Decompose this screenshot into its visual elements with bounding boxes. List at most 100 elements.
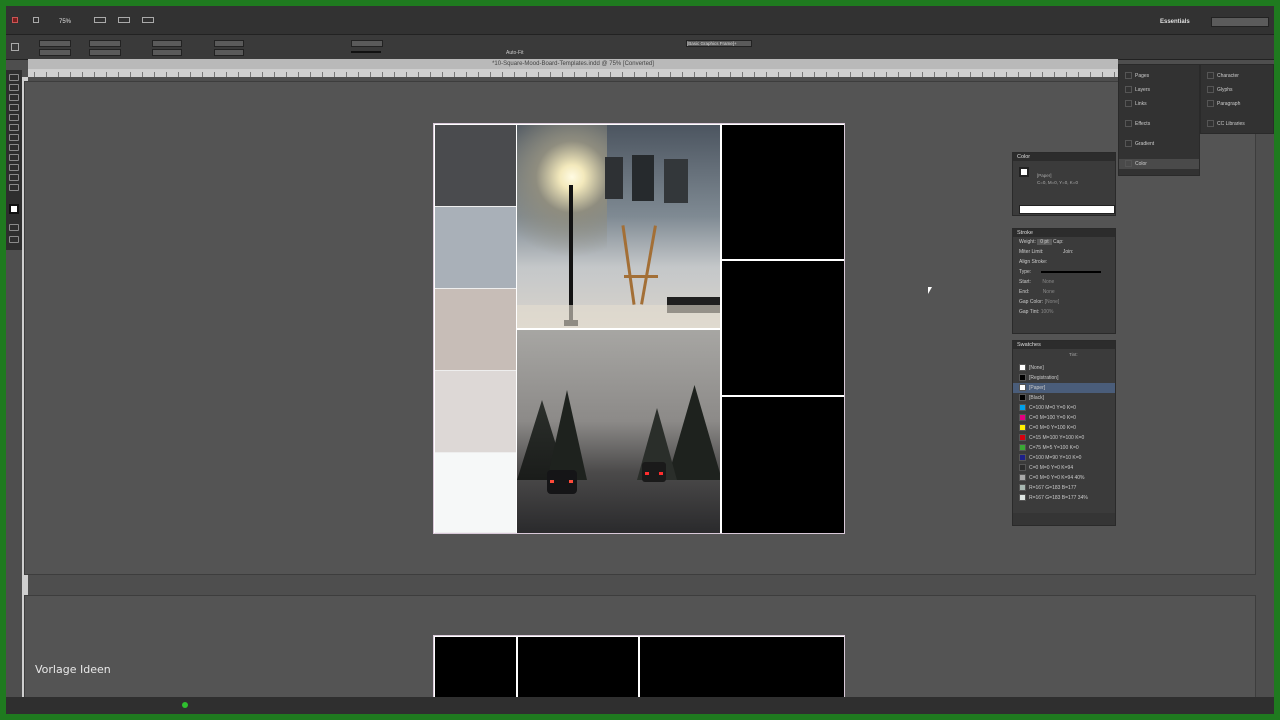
swatch-item[interactable]: R=167 G=183 B=177 34% — [1013, 493, 1115, 503]
arrange-documents-icon[interactable] — [142, 17, 154, 23]
auto-fit-checkbox[interactable]: Auto-Fit — [506, 50, 524, 56]
color-panel-title[interactable]: Color — [1013, 153, 1115, 161]
color-ramp[interactable] — [1019, 205, 1115, 214]
empty-frame-1[interactable] — [722, 125, 844, 259]
rotation-field[interactable] — [214, 40, 244, 47]
scale-y-field[interactable] — [152, 49, 182, 56]
swatch-item[interactable]: C=75 M=5 Y=100 K=0 — [1013, 443, 1115, 453]
dock-paragraph[interactable]: Paragraph — [1201, 99, 1273, 109]
horizontal-ruler[interactable] — [28, 69, 1118, 77]
swatch-item[interactable]: C=0 M=0 Y=100 K=0 — [1013, 423, 1115, 433]
screen-mode-tool-icon[interactable] — [9, 236, 19, 243]
dock-links[interactable]: Links — [1119, 99, 1199, 109]
pen-tool-icon[interactable] — [9, 124, 19, 131]
screen-mode-icon[interactable] — [118, 17, 130, 23]
free-transform-tool-icon[interactable] — [9, 164, 19, 171]
search-field[interactable] — [1211, 17, 1269, 27]
scale-x-field[interactable] — [152, 40, 182, 47]
start-label: Start: — [1019, 279, 1031, 285]
color-swatch-name: [Paper] — [1037, 173, 1052, 178]
dock-effects[interactable]: Effects — [1119, 119, 1199, 129]
dock-pages[interactable]: Pages — [1119, 71, 1199, 81]
palette-swatch-3[interactable] — [435, 289, 516, 371]
fill-stroke-icon[interactable] — [9, 204, 19, 214]
workspace-switcher[interactable]: Essentials — [1160, 19, 1190, 25]
width-field[interactable] — [89, 40, 121, 47]
align-stroke-label: Align Stroke: — [1019, 259, 1048, 265]
shear-field[interactable] — [214, 49, 244, 56]
rainy-road-photo[interactable] — [517, 330, 720, 533]
page-tool-icon[interactable] — [9, 84, 19, 91]
swatch-item[interactable]: [Black] — [1013, 393, 1115, 403]
rectangle-frame-tool-icon[interactable] — [9, 144, 19, 151]
line-tool-icon[interactable] — [9, 114, 19, 121]
x-field[interactable] — [39, 40, 71, 47]
dock-character[interactable]: Character — [1201, 71, 1273, 81]
gap-tint-value[interactable]: 100% — [1041, 309, 1054, 315]
swatches-panel-title[interactable]: Swatches — [1013, 341, 1115, 349]
ruler-tick — [814, 72, 815, 77]
gap-color-value[interactable]: [None] — [1045, 299, 1060, 305]
y-field[interactable] — [39, 49, 71, 56]
swatch-item[interactable]: C=0 M=100 Y=0 K=0 — [1013, 413, 1115, 423]
stroke-panel-title[interactable]: Stroke — [1013, 229, 1115, 237]
dock-color[interactable]: Color — [1119, 159, 1199, 169]
swatch-item[interactable]: C=100 M=0 Y=0 K=0 — [1013, 403, 1115, 413]
palette-swatch-5[interactable] — [435, 453, 516, 533]
end-value[interactable]: None — [1043, 289, 1055, 295]
stroke-type-select[interactable] — [1041, 270, 1102, 273]
weight-value[interactable]: 0 pt — [1037, 239, 1052, 245]
ruler-tick — [886, 72, 887, 77]
palette-swatch-2[interactable] — [435, 207, 516, 289]
swatch-item[interactable]: R=167 G=183 B=177 — [1013, 483, 1115, 493]
empty-frame-3[interactable] — [722, 397, 844, 533]
lamp-easel-photo[interactable] — [517, 125, 720, 328]
scissors-tool-icon[interactable] — [9, 154, 19, 161]
document-tab[interactable]: *10-Square-Mood-Board-Templates.indd @ 7… — [28, 59, 1118, 69]
swatch-color-chip — [1019, 384, 1026, 392]
selection-tool-icon[interactable] — [9, 74, 19, 81]
hand-tool-icon[interactable] — [9, 184, 19, 191]
swatch-item[interactable]: [None] — [1013, 363, 1115, 373]
object-style-select[interactable]: [Basic Graphics Frame]+ — [686, 40, 752, 47]
content-collector-icon[interactable] — [9, 94, 19, 101]
swatch-name: C=0 M=100 Y=0 K=0 — [1029, 415, 1076, 421]
palette-swatch-4[interactable] — [435, 371, 516, 453]
dock-glyphs[interactable]: Glyphs — [1201, 85, 1273, 95]
stroke-type-preview[interactable] — [351, 51, 381, 53]
swatch-item[interactable]: C=0 M=0 Y=0 K=94 40% — [1013, 473, 1115, 483]
ruler-tick — [838, 72, 839, 77]
swatch-item[interactable]: C=15 M=100 Y=100 K=0 — [1013, 433, 1115, 443]
swatch-name: C=15 M=100 Y=100 K=0 — [1029, 435, 1085, 441]
empty-frame-2[interactable] — [722, 261, 844, 395]
swatch-item[interactable]: [Paper] — [1013, 383, 1115, 393]
swatch-name: C=0 M=0 Y=0 K=94 — [1029, 465, 1074, 471]
dock-gradient[interactable]: Gradient — [1119, 139, 1199, 149]
fill-stroke-proxy-icon[interactable] — [1019, 167, 1029, 177]
gradient-tool-icon[interactable] — [9, 174, 19, 181]
reference-point-icon[interactable] — [11, 43, 19, 51]
stroke-weight-field[interactable] — [351, 40, 383, 47]
start-value[interactable]: None — [1042, 279, 1054, 285]
formatting-affects-container-icon[interactable] — [9, 224, 19, 231]
ruler-tick — [910, 72, 911, 77]
ruler-tick — [598, 72, 599, 77]
bridge-icon[interactable] — [33, 17, 39, 23]
swatch-item[interactable]: C=0 M=0 Y=0 K=94 — [1013, 463, 1115, 473]
type-tool-icon[interactable] — [9, 104, 19, 111]
swatch-item[interactable]: C=100 M=90 Y=10 K=0 — [1013, 453, 1115, 463]
zoom-level[interactable]: 75% — [59, 19, 71, 25]
ruler-tick — [370, 72, 371, 77]
dock-cc-libraries[interactable]: CC Libraries — [1201, 119, 1273, 129]
panel-dock-column-1: Pages Layers Links Effects Gradient Colo… — [1118, 64, 1200, 176]
ruler-tick — [94, 72, 95, 77]
swatch-item[interactable]: [Registration] — [1013, 373, 1115, 383]
view-options-icon[interactable] — [94, 17, 106, 23]
preflight-status-icon[interactable] — [182, 702, 188, 708]
pencil-tool-icon[interactable] — [9, 134, 19, 141]
ruler-tick — [526, 72, 527, 77]
palette-swatch-1[interactable] — [435, 125, 516, 207]
dock-layers[interactable]: Layers — [1119, 85, 1199, 95]
moodboard-page-1[interactable] — [433, 123, 845, 534]
height-field[interactable] — [89, 49, 121, 56]
